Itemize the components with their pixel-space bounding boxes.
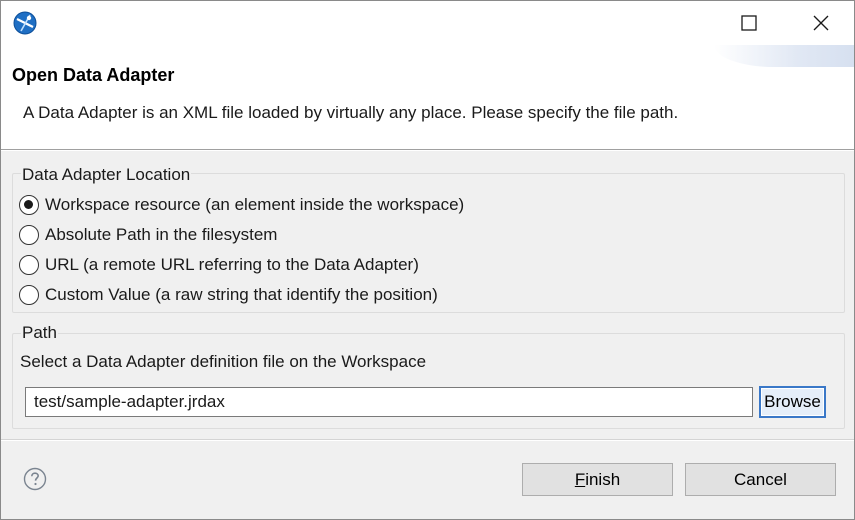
help-icon[interactable]: [23, 467, 47, 491]
maximize-button[interactable]: [719, 1, 779, 45]
close-button[interactable]: [791, 1, 851, 45]
radio-url[interactable]: URL (a remote URL referring to the Data …: [19, 253, 419, 277]
header-banner-gradient: [714, 45, 854, 67]
path-description: Select a Data Adapter definition file on…: [20, 352, 427, 371]
radio-label-absolute: Absolute Path in the filesystem: [45, 225, 278, 244]
dialog-title: Open Data Adapter: [12, 65, 175, 85]
dialog-header: Open Data Adapter A Data Adapter is an X…: [1, 45, 854, 150]
radio-label-custom: Custom Value (a raw string that identify…: [45, 285, 438, 304]
browse-button[interactable]: Browse: [759, 386, 826, 418]
close-icon: [813, 15, 829, 31]
radio-button-url[interactable]: [19, 255, 39, 275]
path-group-label: Path: [21, 323, 58, 343]
dialog-window: Open Data Adapter A Data Adapter is an X…: [0, 0, 855, 520]
dialog-content: Data Adapter Location Workspace resource…: [1, 151, 854, 440]
radio-label-url: URL (a remote URL referring to the Data …: [45, 255, 419, 274]
radio-custom-value[interactable]: Custom Value (a raw string that identify…: [19, 283, 438, 307]
path-input[interactable]: [25, 387, 753, 417]
radio-workspace-resource[interactable]: Workspace resource (an element inside th…: [19, 193, 464, 217]
location-group-label: Data Adapter Location: [21, 165, 192, 185]
radio-absolute-path[interactable]: Absolute Path in the filesystem: [19, 223, 277, 247]
maximize-icon: [741, 15, 757, 31]
radio-label-workspace: Workspace resource (an element inside th…: [45, 195, 465, 214]
title-bar: [1, 1, 854, 45]
dialog-footer: Finish Cancel: [1, 441, 854, 519]
minimize-button[interactable]: [658, 1, 718, 45]
finish-label-rest: inish: [585, 469, 621, 489]
cancel-button[interactable]: Cancel: [685, 463, 836, 496]
app-icon: [13, 11, 37, 35]
finish-button[interactable]: Finish: [522, 463, 673, 496]
dialog-description: A Data Adapter is an XML file loaded by …: [23, 103, 679, 122]
radio-button-custom[interactable]: [19, 285, 39, 305]
radio-button-workspace[interactable]: [19, 195, 39, 215]
minimize-icon: [682, 22, 694, 24]
radio-button-absolute[interactable]: [19, 225, 39, 245]
finish-mnemonic: F: [574, 469, 586, 489]
